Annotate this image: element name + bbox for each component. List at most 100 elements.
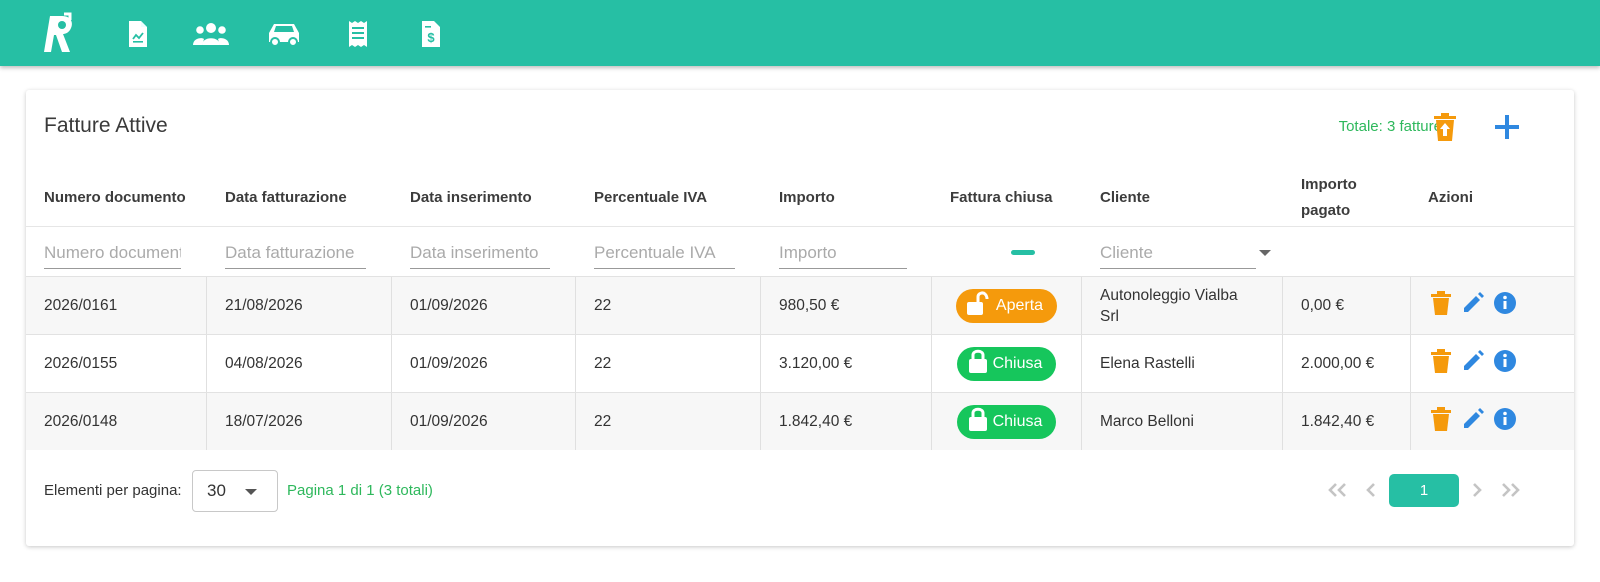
total-count: Totale: 3 fatture bbox=[1338, 118, 1442, 135]
column-header-importo-pagato[interactable]: Importo pagato bbox=[1301, 168, 1401, 228]
cell-data-fatt: 21/08/2026 bbox=[207, 277, 392, 334]
cell-pagato: 2.000,00 € bbox=[1283, 335, 1411, 392]
filter-numero-input[interactable] bbox=[44, 237, 181, 269]
filter-iva-input[interactable] bbox=[594, 237, 735, 269]
cell-stato: Chiusa bbox=[932, 393, 1082, 450]
cell-azioni bbox=[1411, 335, 1574, 392]
cell-cliente: Elena Rastelli bbox=[1082, 335, 1283, 392]
cell-text: 1.842,40 € bbox=[1301, 412, 1375, 430]
cell-text: 1.842,40 € bbox=[779, 412, 853, 430]
column-header-cliente[interactable]: Cliente bbox=[1100, 168, 1250, 228]
delete-button[interactable] bbox=[1427, 349, 1455, 378]
plus-icon bbox=[1495, 115, 1519, 139]
page-info: Pagina 1 di 1 (3 totali) bbox=[287, 482, 433, 499]
cell-text: 01/09/2026 bbox=[410, 296, 488, 314]
invoice-dollar-icon[interactable]: $ bbox=[413, 17, 449, 51]
cell-cliente: Marco Belloni bbox=[1082, 393, 1283, 450]
prev-page-button[interactable] bbox=[1360, 478, 1382, 502]
cell-stato: Aperta bbox=[932, 277, 1082, 334]
cell-data-ins: 01/09/2026 bbox=[392, 335, 576, 392]
lock-icon bbox=[967, 407, 989, 436]
status-badge: Chiusa bbox=[956, 404, 1057, 439]
info-button[interactable] bbox=[1491, 292, 1519, 320]
filter-cliente-select[interactable] bbox=[1100, 237, 1256, 269]
last-page-button[interactable] bbox=[1498, 478, 1522, 502]
page-1-button[interactable]: 1 bbox=[1389, 474, 1459, 507]
column-header-data-inserimento[interactable]: Data inserimento bbox=[410, 168, 580, 228]
table-row[interactable]: 2026/0161 21/08/2026 01/09/2026 22 980,50 € A… bbox=[26, 276, 1574, 334]
cell-text: 2.000,00 € bbox=[1301, 354, 1375, 372]
status-label: Chiusa bbox=[992, 354, 1043, 372]
cell-data-ins: 01/09/2026 bbox=[392, 277, 576, 334]
filter-importo-input[interactable] bbox=[779, 237, 907, 269]
status-label: Chiusa bbox=[992, 412, 1043, 430]
cell-azioni bbox=[1411, 393, 1574, 450]
status-badge: Aperta bbox=[955, 288, 1058, 323]
car-icon[interactable] bbox=[266, 17, 302, 51]
app-logo[interactable] bbox=[40, 12, 80, 54]
cell-text: 22 bbox=[594, 412, 612, 430]
cell-data-ins: 01/09/2026 bbox=[392, 393, 576, 450]
cell-azioni bbox=[1411, 277, 1574, 334]
next-page-button[interactable] bbox=[1466, 478, 1488, 502]
items-per-page-select[interactable]: 30 bbox=[192, 470, 278, 512]
cell-iva: 22 bbox=[576, 277, 761, 334]
cell-text: 01/09/2026 bbox=[410, 354, 488, 372]
cell-text: 0,00 € bbox=[1301, 296, 1345, 314]
edit-button[interactable] bbox=[1459, 292, 1487, 320]
column-header-iva[interactable]: Percentuale IVA bbox=[594, 168, 764, 228]
column-header-numero[interactable]: Numero documento bbox=[44, 168, 194, 228]
table-row[interactable]: 2026/0155 04/08/2026 01/09/2026 22 3.120,00 … bbox=[26, 334, 1574, 392]
info-icon bbox=[1493, 291, 1517, 320]
export-button[interactable] bbox=[1428, 110, 1462, 144]
invoice-document-icon[interactable] bbox=[120, 17, 156, 51]
chevron-down-icon bbox=[245, 489, 257, 495]
cell-stato: Chiusa bbox=[932, 335, 1082, 392]
cell-numero: 2026/0161 bbox=[26, 277, 207, 334]
delete-button[interactable] bbox=[1427, 291, 1455, 320]
filter-data-inserimento-input[interactable] bbox=[410, 237, 550, 269]
chevron-down-icon[interactable] bbox=[1259, 250, 1271, 256]
users-group-icon[interactable] bbox=[193, 17, 229, 51]
column-header-data-fatturazione[interactable]: Data fatturazione bbox=[225, 168, 395, 228]
cell-text: Autonoleggio Vialba Srl bbox=[1100, 286, 1238, 325]
cell-importo: 980,50 € bbox=[761, 277, 932, 334]
lock-icon bbox=[967, 349, 989, 378]
lock-open-icon bbox=[966, 291, 992, 320]
cell-text: 22 bbox=[594, 296, 612, 314]
add-invoice-button[interactable] bbox=[1490, 110, 1524, 144]
first-page-button[interactable] bbox=[1326, 478, 1350, 502]
cell-numero: 2026/0148 bbox=[26, 393, 207, 450]
delete-button[interactable] bbox=[1427, 407, 1455, 436]
receipt-icon[interactable] bbox=[340, 17, 376, 51]
edit-button[interactable] bbox=[1459, 408, 1487, 436]
cell-text: 21/08/2026 bbox=[225, 296, 303, 314]
table-row[interactable]: 2026/0148 18/07/2026 01/09/2026 22 1.842,40 … bbox=[26, 392, 1574, 450]
info-icon bbox=[1493, 407, 1517, 436]
items-per-page-label: Elementi per pagina: bbox=[44, 482, 182, 499]
cell-text: Marco Belloni bbox=[1100, 413, 1194, 430]
pencil-icon bbox=[1461, 407, 1485, 436]
pencil-icon bbox=[1461, 291, 1485, 320]
trash-icon bbox=[1431, 349, 1451, 378]
cell-pagato: 1.842,40 € bbox=[1283, 393, 1411, 450]
top-navbar: $ bbox=[0, 0, 1600, 66]
cell-text: 01/09/2026 bbox=[410, 412, 488, 430]
cell-cliente: Autonoleggio Vialba Srl bbox=[1082, 277, 1283, 334]
cell-text: 2026/0155 bbox=[44, 354, 118, 372]
column-header-importo[interactable]: Importo bbox=[779, 168, 929, 228]
info-button[interactable] bbox=[1491, 350, 1519, 378]
cell-text: 3.120,00 € bbox=[779, 354, 853, 372]
filter-data-fatturazione-input[interactable] bbox=[225, 237, 366, 269]
info-button[interactable] bbox=[1491, 408, 1519, 436]
cell-importo: 1.842,40 € bbox=[761, 393, 932, 450]
cell-text: 980,50 € bbox=[779, 296, 840, 314]
column-header-fattura-chiusa[interactable]: Fattura chiusa bbox=[950, 168, 1100, 228]
filter-fattura-chiusa-toggle[interactable] bbox=[1011, 250, 1035, 255]
cell-text: 04/08/2026 bbox=[225, 354, 303, 372]
invoices-card: Fatture Attive Totale: 3 fatture Numero … bbox=[26, 90, 1574, 546]
edit-button[interactable] bbox=[1459, 350, 1487, 378]
filter-row bbox=[26, 226, 1574, 276]
svg-text:$: $ bbox=[427, 30, 435, 45]
cell-importo: 3.120,00 € bbox=[761, 335, 932, 392]
